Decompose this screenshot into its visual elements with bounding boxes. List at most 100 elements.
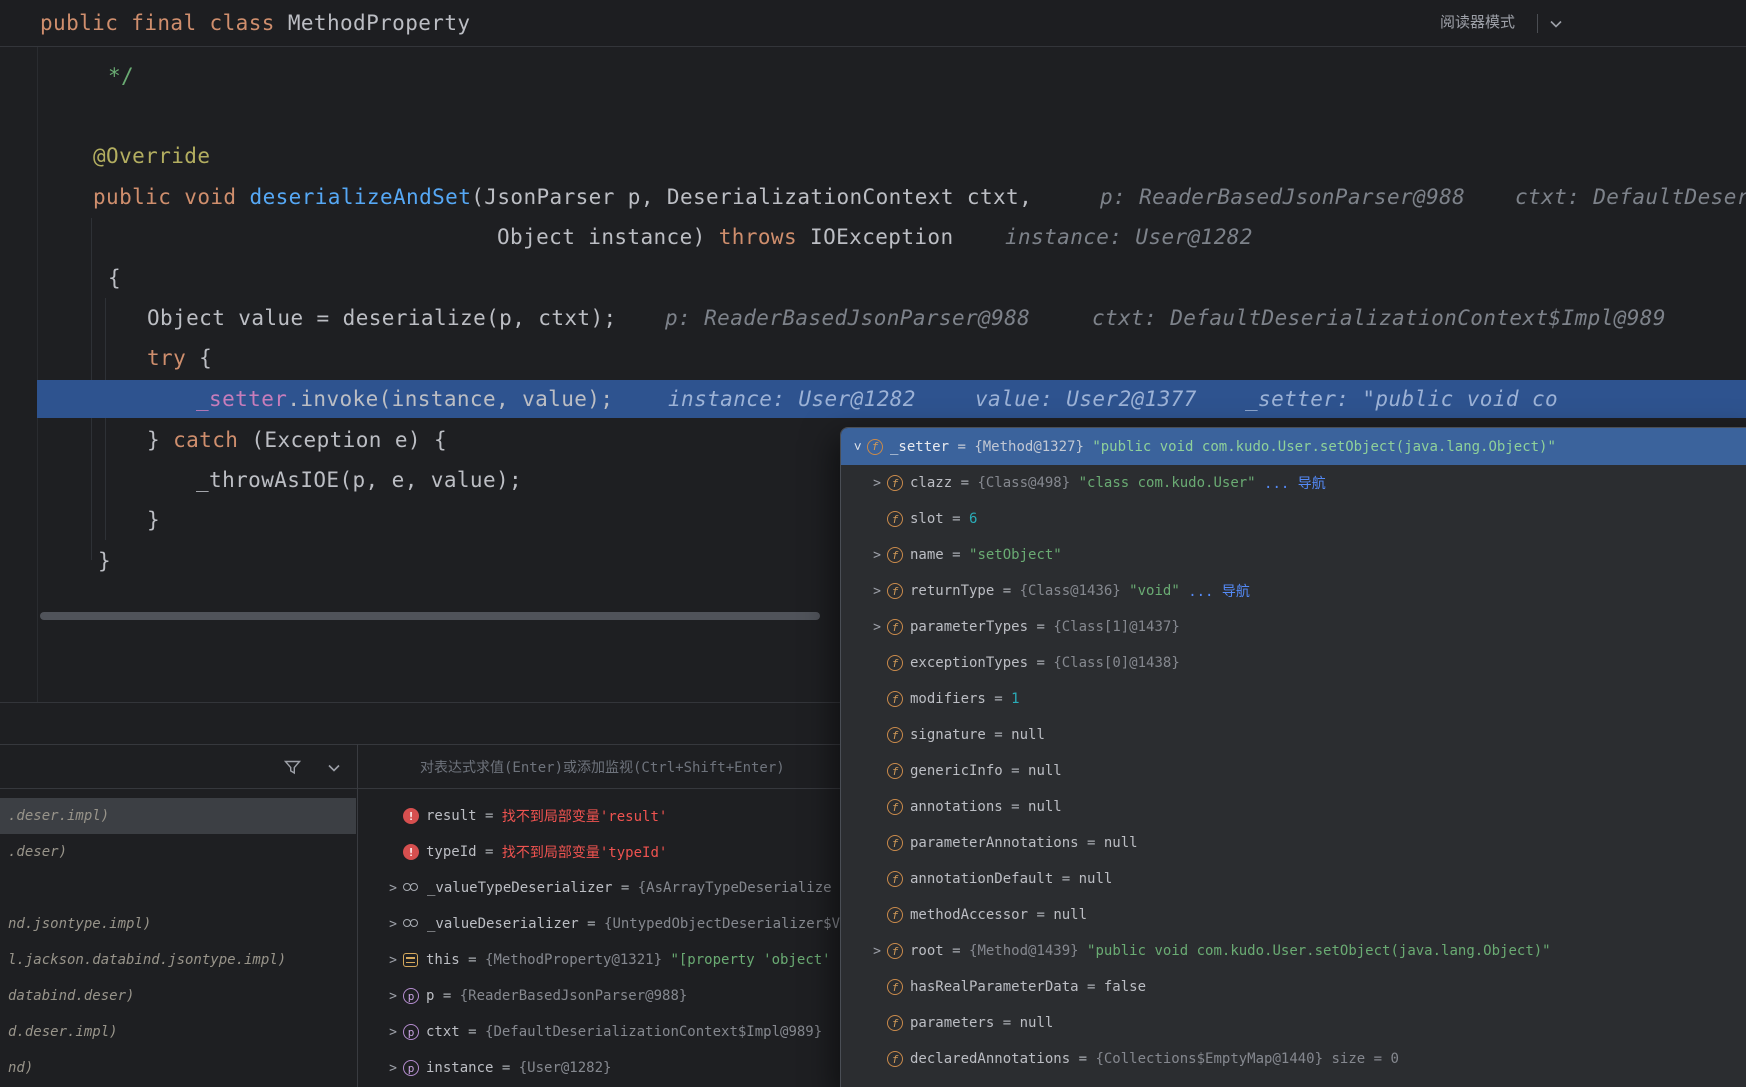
expand-chevron-icon[interactable]: >: [383, 953, 403, 968]
expand-chevron-icon[interactable]: >: [867, 548, 887, 563]
code-line[interactable]: try {: [147, 338, 212, 378]
expand-chevron-icon[interactable]: >: [383, 1061, 403, 1076]
field-row[interactable]: f annotationDefault = null: [841, 861, 1746, 897]
stack-frame-row[interactable]: databind.deser): [0, 978, 356, 1014]
field-row[interactable]: > f name = "setObject": [841, 537, 1746, 573]
inline-debug-hint[interactable]: ctxt: DefaultDeserializationContext$Impl…: [1092, 298, 1666, 338]
equals-sign: =: [459, 952, 486, 968]
expand-chevron-icon[interactable]: >: [383, 989, 403, 1004]
field-row[interactable]: f declaredAnnotations = {Collections$Empt…: [841, 1041, 1746, 1077]
collapse-chevron-icon[interactable]: >: [850, 437, 865, 457]
variable-name: instance: [426, 1060, 494, 1076]
horizontal-scrollbar[interactable]: [40, 612, 820, 620]
code-line[interactable]: }: [147, 500, 160, 540]
inline-debug-hint[interactable]: ctxt: DefaultDeserializationContext$Impl…: [1515, 177, 1746, 217]
variable-name: slot: [910, 511, 944, 527]
equals-sign: =: [1078, 979, 1104, 995]
popup-footer: 创建呈现器添加为内联监视: [853, 1077, 1098, 1087]
inline-debug-hint[interactable]: _setter: "public void co: [1245, 379, 1558, 419]
field-row[interactable]: f slot = 6: [841, 501, 1746, 537]
code-line[interactable]: _throwAsIOE(p, e, value);: [196, 460, 522, 500]
expand-chevron-icon[interactable]: >: [383, 1025, 403, 1040]
field-icon: f: [867, 438, 883, 455]
code-line[interactable]: */: [108, 56, 134, 96]
variable-name: parameters: [910, 1015, 995, 1031]
variable-value: null: [1011, 727, 1045, 743]
variable-name: _valueDeserializer: [427, 916, 579, 932]
variable-name: this: [426, 952, 460, 968]
code-line[interactable]: Object value = deserialize(p, ctxt);: [147, 298, 617, 338]
expand-chevron-icon[interactable]: >: [867, 944, 887, 959]
stack-frame-row[interactable]: .deser): [0, 834, 356, 870]
code-token: }: [147, 508, 161, 532]
popup-root-row[interactable]: > f _setter = {Method@1327} "public void…: [841, 428, 1746, 465]
equals-sign: =: [1028, 907, 1054, 923]
code-token: Object value = deserialize(p, ctxt);: [147, 306, 617, 330]
stack-frame-row[interactable]: d.deser.impl): [0, 1014, 356, 1050]
field-row[interactable]: > f parameterTypes = {Class[1]@1437}: [841, 609, 1746, 645]
stack-frame-row[interactable]: l.jackson.databind.jsontype.impl): [0, 942, 356, 978]
code-line[interactable]: public void deserializeAndSet(JsonParser…: [93, 177, 1032, 217]
navigate-link[interactable]: ... 导航: [1188, 581, 1250, 601]
equals-sign: =: [943, 511, 970, 527]
stack-frame-row[interactable]: .deser.impl): [0, 798, 356, 834]
expand-chevron-icon[interactable]: >: [383, 917, 403, 932]
inline-debug-hint[interactable]: instance: User@1282: [1005, 217, 1253, 257]
field-row[interactable]: f parameters = null: [841, 1005, 1746, 1041]
code-line[interactable]: }: [98, 541, 111, 581]
chevron-down-icon[interactable]: [328, 764, 340, 772]
equals-sign: =: [943, 547, 970, 563]
field-row[interactable]: > f returnType = {Class@1436} "void" ... 导…: [841, 573, 1746, 609]
field-row[interactable]: f methodAccessor = null: [841, 897, 1746, 933]
field-row[interactable]: f hasRealParameterData = false: [841, 969, 1746, 1005]
variable-ref: {Collections$EmptyMap@1440}: [1095, 1051, 1332, 1067]
variable-error: 找不到局部变量'result': [501, 809, 668, 825]
inline-debug-hint[interactable]: instance: User@1282: [668, 379, 916, 419]
inline-debug-hint[interactable]: value: User2@1377: [975, 379, 1197, 419]
variable-name: annotations: [910, 799, 1003, 815]
field-icon: f: [887, 727, 903, 743]
expand-chevron-icon[interactable]: >: [867, 620, 887, 635]
breadcrumb[interactable]: public final class MethodProperty: [40, 0, 470, 46]
parameter-icon: p: [403, 1060, 419, 1076]
reader-mode-button[interactable]: 阅读器模式: [1440, 0, 1515, 46]
code-line-current[interactable]: _setter.invoke(instance, value);: [196, 379, 613, 419]
filter-icon[interactable]: [284, 760, 301, 775]
inline-debug-hint[interactable]: p: ReaderBasedJsonParser@988: [665, 298, 1030, 338]
inline-debug-hint[interactable]: p: ReaderBasedJsonParser@988: [1100, 177, 1465, 217]
variable-name: typeId: [426, 844, 477, 860]
expand-chevron-icon[interactable]: >: [867, 476, 887, 491]
watch-icon: [403, 882, 420, 894]
variable-ref: {Class@498}: [977, 475, 1079, 491]
variable-ref: {Class@1436}: [1019, 583, 1130, 599]
code-line[interactable]: {: [108, 258, 121, 298]
field-row[interactable]: f annotations = null: [841, 789, 1746, 825]
field-row[interactable]: > f root = {Method@1439} "public void com.…: [841, 933, 1746, 969]
stack-frame-row[interactable]: nd.jsontype.impl): [0, 906, 356, 942]
expand-chevron-icon[interactable]: >: [383, 881, 403, 896]
field-row[interactable]: > f clazz = {Class@498} "class com.kudo.Us…: [841, 465, 1746, 501]
stack-frame-row[interactable]: [0, 870, 356, 906]
variable-value: null: [1028, 799, 1062, 815]
evaluate-placeholder: 对表达式求值(Enter)或添加监视(Ctrl+Shift+Enter): [420, 760, 785, 776]
variable-name: modifiers: [910, 691, 986, 707]
field-row[interactable]: f parameterAnnotations = null: [841, 825, 1746, 861]
variable-name: _setter: [890, 438, 950, 455]
field-row[interactable]: f signature = null: [841, 717, 1746, 753]
ide-window: public final class MethodProperty 阅读器模式 …: [0, 0, 1746, 1087]
code-line[interactable]: Object instance) throws IOException: [497, 217, 954, 257]
field-row[interactable]: f modifiers = 1: [841, 681, 1746, 717]
variable-value: false: [1103, 979, 1147, 995]
variable-error: 找不到局部变量'typeId': [501, 845, 668, 861]
chevron-down-icon[interactable]: [1550, 20, 1562, 28]
variable-string: "class com.kudo.User": [1078, 475, 1265, 491]
expand-chevron-icon[interactable]: >: [867, 584, 887, 599]
evaluate-expression-input[interactable]: 对表达式求值(Enter)或添加监视(Ctrl+Shift+Enter): [420, 745, 785, 790]
stack-frame-row[interactable]: nd): [0, 1050, 356, 1086]
field-row[interactable]: f genericInfo = null: [841, 753, 1746, 789]
variable-name: parameterTypes: [910, 619, 1029, 635]
field-row[interactable]: f exceptionTypes = {Class[0]@1438}: [841, 645, 1746, 681]
code-line[interactable]: } catch (Exception e) {: [147, 420, 447, 460]
navigate-link[interactable]: ... 导航: [1264, 473, 1326, 493]
code-line[interactable]: @Override: [93, 136, 210, 176]
